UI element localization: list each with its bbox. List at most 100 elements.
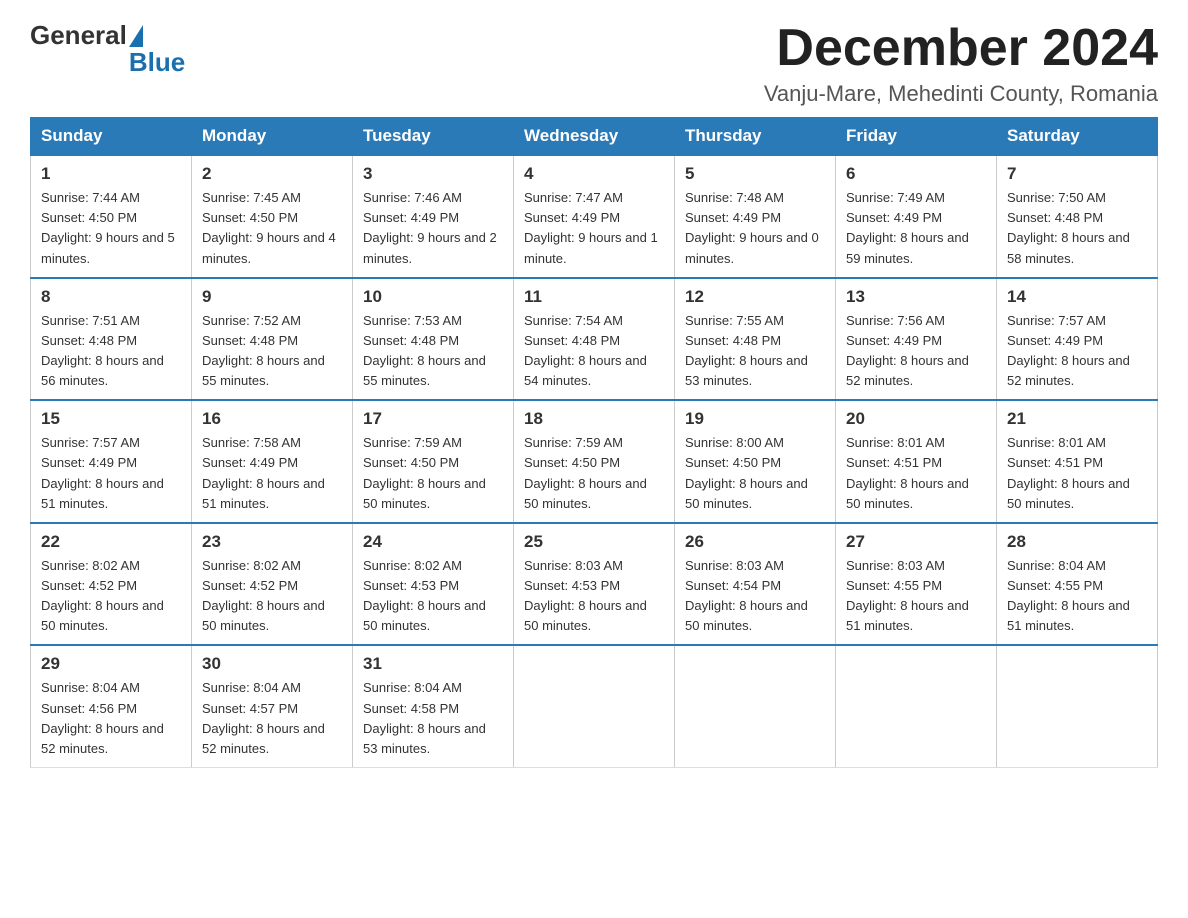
- sunrise-text: Sunrise: 7:46 AM: [363, 190, 462, 205]
- daylight-text: Daylight: 8 hours and 50 minutes.: [363, 476, 486, 511]
- sunset-text: Sunset: 4:54 PM: [685, 578, 781, 593]
- calendar-day-cell: 4Sunrise: 7:47 AMSunset: 4:49 PMDaylight…: [514, 155, 675, 278]
- day-info: Sunrise: 8:03 AM Sunset: 4:54 PM Daylight:…: [685, 556, 825, 637]
- day-info: Sunrise: 8:02 AMSunset: 4:53 PMDaylight:…: [363, 556, 503, 637]
- sunrise-text: Sunrise: 8:01 AM: [1007, 435, 1106, 450]
- sunset-text: Sunset: 4:56 PM: [41, 701, 137, 716]
- day-number: 17: [363, 409, 503, 429]
- page-header: General General Blue December 2024 Vanju…: [30, 20, 1158, 107]
- sunrise-text: Sunrise: 8:00 AM: [685, 435, 784, 450]
- sunrise-text: Sunrise: 7:48 AM: [685, 190, 784, 205]
- calendar-day-cell: 31Sunrise: 8:04 AMSunset: 4:58 PMDayligh…: [353, 645, 514, 767]
- sunset-text: Sunset: 4:55 PM: [846, 578, 942, 593]
- sunset-text: Sunset: 4:48 PM: [41, 333, 137, 348]
- sunrise-text: Sunrise: 7:49 AM: [846, 190, 945, 205]
- calendar-day-cell: 11Sunrise: 7:54 AMSunset: 4:48 PMDayligh…: [514, 278, 675, 401]
- calendar-day-cell: 1Sunrise: 7:44 AMSunset: 4:50 PMDaylight…: [31, 155, 192, 278]
- day-number: 13: [846, 287, 986, 307]
- day-info: Sunrise: 7:54 AM Sunset: 4:48 PM Daylight:…: [524, 311, 664, 392]
- daylight-text: Daylight: 9 hours and 5 minutes.: [41, 230, 175, 265]
- sunset-text: Sunset: 4:49 PM: [41, 455, 137, 470]
- sunrise-text: Sunrise: 7:44 AM: [41, 190, 140, 205]
- sunrise-text: Sunrise: 7:57 AM: [41, 435, 140, 450]
- day-number: 4: [524, 164, 664, 184]
- sunrise-text: Sunrise: 7:56 AM: [846, 313, 945, 328]
- sunset-text: Sunset: 4:48 PM: [1007, 210, 1103, 225]
- daylight-text: Daylight: 8 hours and 56 minutes.: [41, 353, 164, 388]
- day-number: 22: [41, 532, 181, 552]
- day-info: Sunrise: 8:01 AMSunset: 4:51 PMDaylight:…: [846, 433, 986, 514]
- calendar-week-row: 15 Sunrise: 7:57 AM Sunset: 4:49 PM Dayligh…: [31, 400, 1158, 523]
- calendar-day-cell: 25 Sunrise: 8:03 AMSunset: 4:53 PMDayligh…: [514, 523, 675, 646]
- day-info: Sunrise: 8:00 AMSunset: 4:50 PMDaylight:…: [685, 433, 825, 514]
- day-number: 10: [363, 287, 503, 307]
- daylight-text: Daylight: 9 hours and 0 minutes.: [685, 230, 819, 265]
- daylight-text: Daylight: 9 hours and 1 minute.: [524, 230, 658, 265]
- calendar-day-cell: 12Sunrise: 7:55 AMSunset: 4:48 PMDayligh…: [675, 278, 836, 401]
- calendar-day-cell: 15Sunrise: 7:57 AMSunset: 4:49 PMDayligh…: [31, 400, 192, 523]
- calendar-day-cell: 8Sunrise: 7:51 AMSunset: 4:48 PMDaylight…: [31, 278, 192, 401]
- sunset-text: Sunset: 4:51 PM: [1007, 455, 1103, 470]
- day-number: 8: [41, 287, 181, 307]
- daylight-text: Daylight: 8 hours and 50 minutes.: [846, 476, 969, 511]
- calendar-day-cell: 27Sunrise: 8:03 AMSunset: 4:55 PMDayligh…: [836, 523, 997, 646]
- calendar-day-cell: 2 Sunrise: 7:45 AMSunset: 4:50 PMDaylight…: [192, 155, 353, 278]
- calendar-empty-cell: [514, 645, 675, 767]
- day-of-week-header: Thursday: [675, 118, 836, 156]
- daylight-text: Daylight: 8 hours and 51 minutes.: [202, 476, 325, 511]
- calendar-day-cell: 24Sunrise: 8:02 AMSunset: 4:53 PMDayligh…: [353, 523, 514, 646]
- day-number: 15: [41, 409, 181, 429]
- sunrise-text: Sunrise: 8:04 AM: [41, 680, 140, 695]
- calendar-subtitle: Vanju-Mare, Mehedinti County, Romania: [764, 81, 1158, 107]
- daylight-text: Daylight: 8 hours and 50 minutes.: [685, 598, 808, 633]
- day-number: 9: [202, 287, 342, 307]
- calendar-day-cell: 30Sunrise: 8:04 AMSunset: 4:57 PMDayligh…: [192, 645, 353, 767]
- calendar-day-cell: 21 Sunrise: 8:01 AM Sunset: 4:51 PM Dayligh…: [997, 400, 1158, 523]
- daylight-text: Daylight: 8 hours and 50 minutes.: [41, 598, 164, 633]
- day-info: Sunrise: 7:53 AMSunset: 4:48 PMDaylight:…: [363, 311, 503, 392]
- sunset-text: Sunset: 4:48 PM: [202, 333, 298, 348]
- day-info: Sunrise: 7:45 AMSunset: 4:50 PMDaylight:…: [202, 188, 342, 269]
- sunrise-text: Sunrise: 8:03 AM: [685, 558, 784, 573]
- day-info: Sunrise: 8:02 AM Sunset: 4:52 PM Daylight:…: [41, 556, 181, 637]
- daylight-text: Daylight: 8 hours and 59 minutes.: [846, 230, 969, 265]
- day-info: Sunrise: 7:56 AMSunset: 4:49 PMDaylight:…: [846, 311, 986, 392]
- calendar-day-cell: 14Sunrise: 7:57 AMSunset: 4:49 PMDayligh…: [997, 278, 1158, 401]
- daylight-text: Daylight: 8 hours and 55 minutes.: [363, 353, 486, 388]
- day-number: 18: [524, 409, 664, 429]
- sunset-text: Sunset: 4:58 PM: [363, 701, 459, 716]
- sunrise-text: Sunrise: 7:45 AM: [202, 190, 301, 205]
- calendar-day-cell: 3Sunrise: 7:46 AMSunset: 4:49 PMDaylight…: [353, 155, 514, 278]
- calendar-day-cell: 6Sunrise: 7:49 AMSunset: 4:49 PMDaylight…: [836, 155, 997, 278]
- calendar-day-cell: 9Sunrise: 7:52 AMSunset: 4:48 PMDaylight…: [192, 278, 353, 401]
- day-number: 1: [41, 164, 181, 184]
- sunrise-text: Sunrise: 8:02 AM: [41, 558, 140, 573]
- calendar-empty-cell: [997, 645, 1158, 767]
- daylight-text: Daylight: 8 hours and 50 minutes.: [363, 598, 486, 633]
- day-number: 21: [1007, 409, 1147, 429]
- sunrise-text: Sunrise: 7:54 AM: [524, 313, 623, 328]
- sunset-text: Sunset: 4:48 PM: [524, 333, 620, 348]
- sunset-text: Sunset: 4:50 PM: [363, 455, 459, 470]
- day-info: Sunrise: 8:01 AM Sunset: 4:51 PM Daylight:…: [1007, 433, 1147, 514]
- sunrise-text: Sunrise: 8:04 AM: [202, 680, 301, 695]
- daylight-text: Daylight: 8 hours and 50 minutes.: [1007, 476, 1130, 511]
- logo-triangle-icon: [129, 25, 143, 47]
- day-number: 29: [41, 654, 181, 674]
- day-number: 28: [1007, 532, 1147, 552]
- day-info: Sunrise: 7:46 AMSunset: 4:49 PMDaylight:…: [363, 188, 503, 269]
- day-info: Sunrise: 8:03 AMSunset: 4:53 PMDaylight:…: [524, 556, 664, 637]
- day-info: Sunrise: 7:57 AMSunset: 4:49 PMDaylight:…: [41, 433, 181, 514]
- calendar-day-cell: 26Sunrise: 8:03 AMSunset: 4:54 PMDayligh…: [675, 523, 836, 646]
- daylight-text: Daylight: 8 hours and 54 minutes.: [524, 353, 647, 388]
- calendar-empty-cell: [675, 645, 836, 767]
- sunset-text: Sunset: 4:52 PM: [41, 578, 137, 593]
- sunset-text: Sunset: 4:49 PM: [524, 210, 620, 225]
- calendar-day-cell: 18Sunrise: 7:59 AMSunset: 4:50 PMDayligh…: [514, 400, 675, 523]
- sunrise-text: Sunrise: 7:55 AM: [685, 313, 784, 328]
- day-info: Sunrise: 8:04 AMSunset: 4:57 PMDaylight:…: [202, 678, 342, 759]
- day-number: 2: [202, 164, 342, 184]
- sunset-text: Sunset: 4:49 PM: [846, 210, 942, 225]
- day-number: 25: [524, 532, 664, 552]
- sunset-text: Sunset: 4:49 PM: [685, 210, 781, 225]
